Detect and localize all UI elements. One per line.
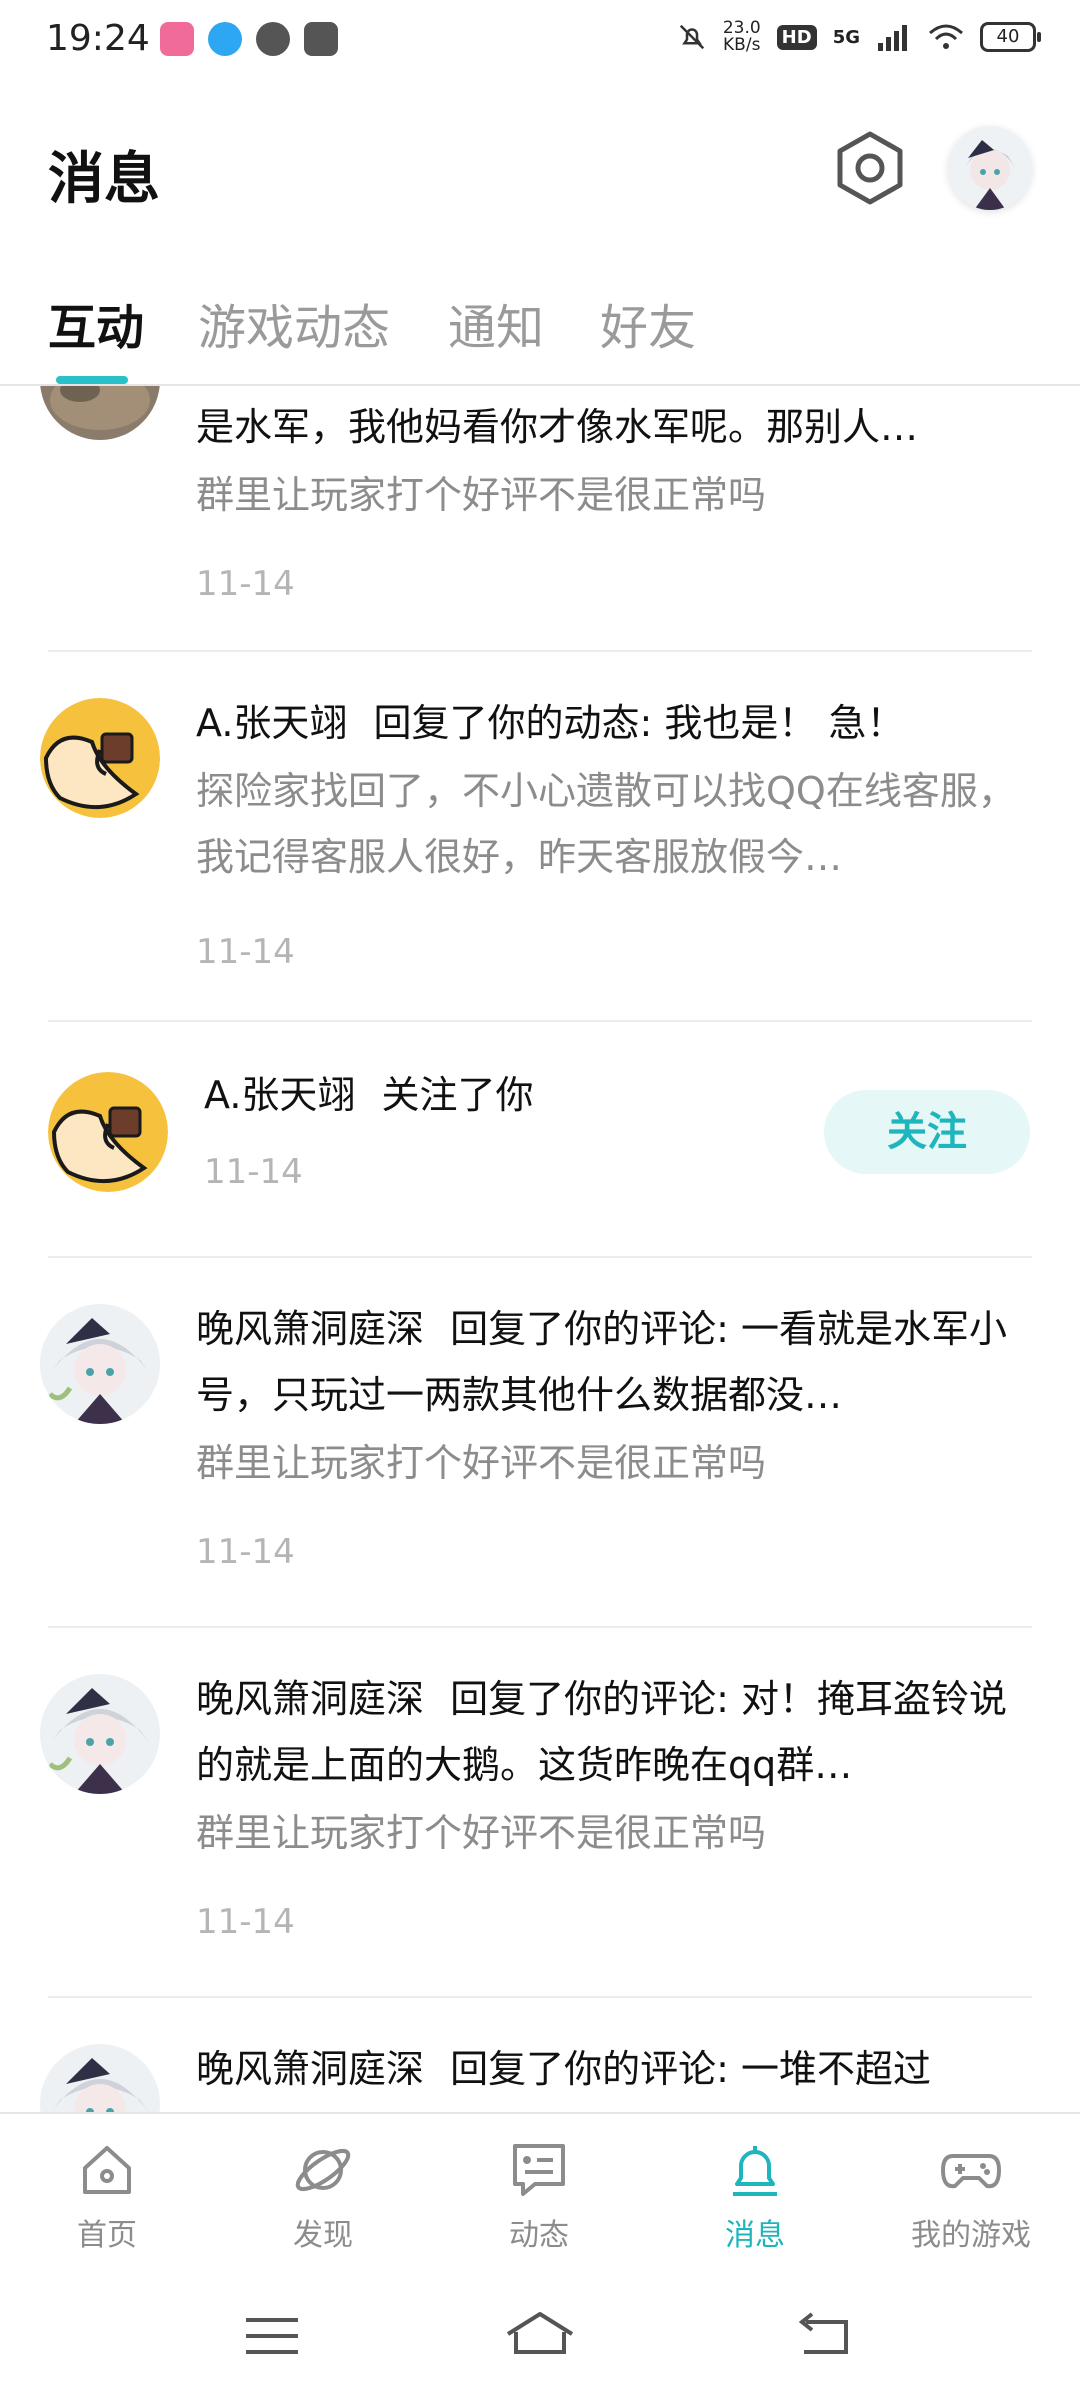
nav-messages-label: 消息	[725, 2218, 785, 2253]
tab-bar: 互动 游戏动态 通知 好友	[0, 280, 1080, 386]
message-date: 11-14	[196, 1902, 295, 1942]
app-icon-4	[304, 22, 338, 56]
status-bar: 19:24 23.0 KB/s HD 5G 40	[0, 0, 1080, 84]
nav-my-games[interactable]: 我的游戏	[886, 2138, 1056, 2254]
message-list[interactable]: 是水军，我他妈看你才像水军呢。那别人… 群里让玩家打个好评不是很正常吗 11-1…	[0, 386, 1080, 2112]
gamepad-icon	[941, 2154, 1001, 2189]
network-type: 5G	[832, 26, 860, 48]
nav-home[interactable]: 首页	[22, 2138, 192, 2254]
message-header: 晚风箫洞庭深 回复了你的评论: 一看就是水军小号，只玩过一两款其他什么数据都没…	[196, 1296, 1016, 1428]
user-name[interactable]: A.张天翊	[204, 1073, 355, 1117]
app-icon-1	[160, 22, 194, 56]
message-action: 回复了你的动态: 我也是！ 急！	[373, 701, 905, 745]
network-speed-unit: KB/s	[723, 35, 761, 55]
tab-friends[interactable]: 好友	[600, 288, 696, 358]
user-name[interactable]: 晚风箫洞庭深	[196, 2047, 424, 2091]
message-quote: 群里让玩家打个好评不是很正常吗	[196, 1811, 767, 1855]
message-quote: 探险家找回了，不小心遗散可以找QQ在线客服，我记得客服人很好，昨天客服放假今…	[196, 769, 1016, 879]
list-item[interactable]: 是水军，我他妈看你才像水军呢。那别人… 群里让玩家打个好评不是很正常吗 11-1…	[0, 386, 1080, 652]
avatar[interactable]	[40, 2044, 160, 2112]
nav-discover-label: 发现	[293, 2218, 353, 2253]
bell-icon	[733, 2146, 777, 2196]
nav-feed[interactable]: 动态	[454, 2138, 624, 2254]
header: 消息	[0, 100, 1080, 240]
message-date: 11-14	[196, 1532, 295, 1572]
system-status-icons: 23.0 KB/s HD 5G 40	[677, 20, 1041, 54]
status-time: 19:24	[46, 18, 150, 59]
chat-card-icon	[513, 2144, 565, 2196]
menu-icon[interactable]	[236, 2308, 308, 2364]
list-item[interactable]: A.张天翊 回复了你的动态: 我也是！ 急！ 探险家找回了，不小心遗散可以找QQ…	[0, 652, 1080, 1022]
user-avatar[interactable]	[948, 126, 1032, 210]
wifi-icon	[929, 24, 963, 49]
tab-interaction[interactable]: 互动	[48, 288, 144, 358]
mute-bell-icon	[679, 24, 704, 50]
app-icon-3	[256, 22, 290, 56]
hd-badge: HD	[776, 24, 817, 50]
nav-my-games-label: 我的游戏	[911, 2218, 1031, 2253]
nav-home-label: 首页	[77, 2218, 137, 2253]
message-date: 11-14	[196, 564, 295, 604]
home-icon	[83, 2146, 131, 2194]
avatar[interactable]	[48, 1072, 168, 1192]
avatar[interactable]	[40, 1304, 160, 1424]
user-name[interactable]: 晚风箫洞庭深	[196, 1307, 424, 1351]
nav-discover[interactable]: 发现	[238, 2138, 408, 2254]
message-header: A.张天翊 关注了你	[204, 1062, 804, 1128]
nav-feed-label: 动态	[509, 2218, 569, 2253]
avatar[interactable]	[40, 698, 160, 818]
bottom-nav: 首页 发现 动态 消息 我的游戏	[0, 2112, 1080, 2274]
list-item[interactable]: 晚风箫洞庭深 回复了你的评论: 一看就是水军小号，只玩过一两款其他什么数据都没……	[0, 1258, 1080, 1628]
user-name[interactable]: A.张天翊	[196, 701, 347, 745]
user-name[interactable]: 晚风箫洞庭深	[196, 1677, 424, 1721]
tab-notifications[interactable]: 通知	[448, 288, 544, 358]
message-quote: 群里让玩家打个好评不是很正常吗	[196, 473, 767, 517]
message-header: A.张天翊 回复了你的动态: 我也是！ 急！	[196, 690, 1016, 756]
tab-active-indicator	[56, 376, 128, 384]
tab-game-updates[interactable]: 游戏动态	[198, 288, 390, 358]
message-action: 回复了你的评论: 一堆不超过	[450, 2047, 931, 2091]
signal-icon	[878, 25, 907, 51]
avatar[interactable]	[40, 1674, 160, 1794]
message-header: 晚风箫洞庭深 回复了你的评论: 对！掩耳盗铃说的就是上面的大鹅。这货昨晚在qq群…	[196, 1666, 1016, 1798]
list-item[interactable]: 晚风箫洞庭深 回复了你的评论: 一堆不超过	[0, 1998, 1080, 2112]
message-date: 11-14	[196, 932, 295, 972]
planet-icon	[295, 2148, 351, 2192]
battery-indicator: 40	[980, 22, 1041, 52]
page-title: 消息	[48, 147, 160, 212]
avatar[interactable]	[40, 386, 160, 440]
app-icon-2	[208, 22, 242, 56]
notification-icons	[160, 22, 338, 56]
message-header: 晚风箫洞庭深 回复了你的评论: 一堆不超过	[196, 2036, 1016, 2102]
back-icon[interactable]	[786, 2308, 858, 2364]
network-speed: 23.0 KB/s	[723, 20, 761, 54]
list-item[interactable]: 晚风箫洞庭深 回复了你的评论: 对！掩耳盗铃说的就是上面的大鹅。这货昨晚在qq群…	[0, 1628, 1080, 1998]
message-quote: 群里让玩家打个好评不是很正常吗	[196, 1441, 767, 1485]
message-date: 11-14	[204, 1152, 303, 1192]
message-text: 是水军，我他妈看你才像水军呢。那别人…	[196, 405, 919, 449]
system-nav-bar	[0, 2272, 1080, 2400]
settings-icon[interactable]	[832, 128, 908, 208]
follow-button[interactable]: 关注	[824, 1090, 1030, 1174]
message-action: 关注了你	[381, 1073, 534, 1117]
nav-messages[interactable]: 消息	[670, 2138, 840, 2254]
home-outline-icon[interactable]	[504, 2308, 576, 2364]
